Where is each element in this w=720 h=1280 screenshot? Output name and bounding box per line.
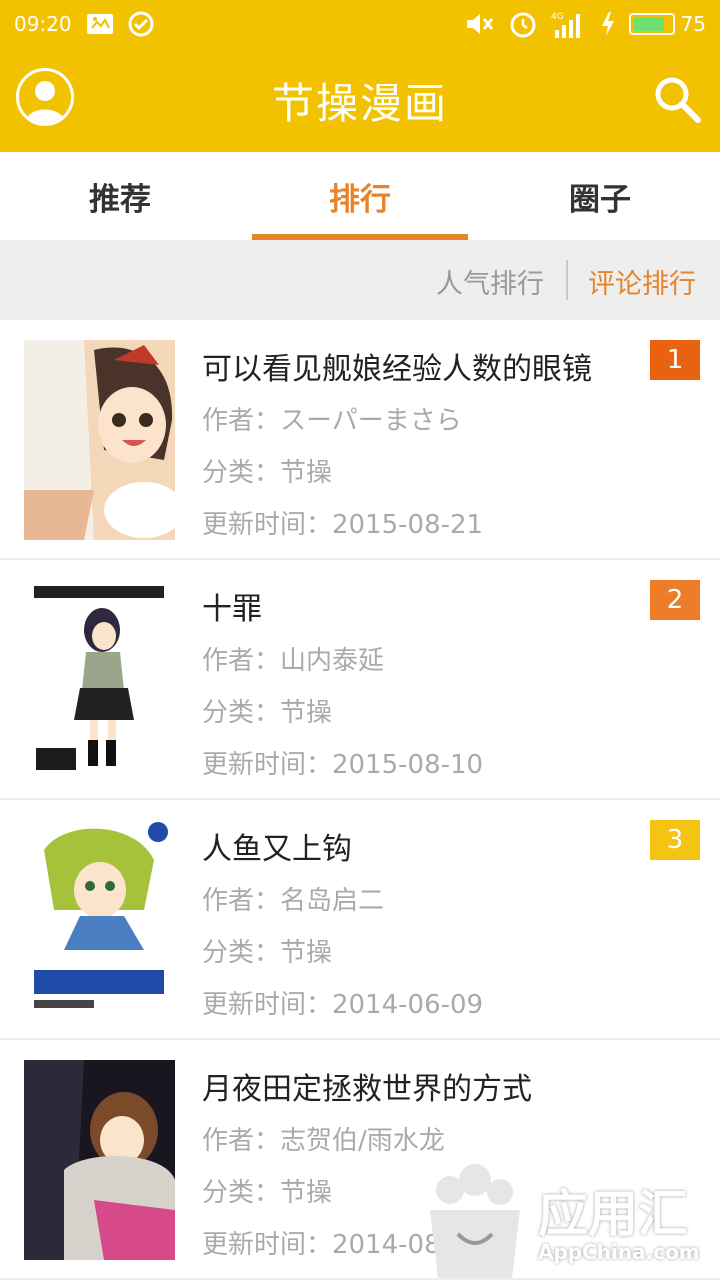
subtab-popularity[interactable]: 人气排行	[436, 262, 544, 301]
check-circle-icon	[128, 11, 154, 37]
watermark-title: 应用汇	[538, 1185, 688, 1243]
appchina-logo-icon	[430, 1164, 520, 1278]
battery-indicator: 75	[628, 12, 706, 36]
status-time: 09:20	[14, 12, 72, 36]
cover-image	[24, 340, 175, 540]
comic-category: 分类：节操	[202, 458, 333, 488]
comic-cover[interactable]	[24, 1060, 175, 1260]
comic-updated: 更新时间：2014-06-09	[202, 990, 484, 1020]
mute-icon	[466, 14, 493, 34]
tab-recommend[interactable]: 推荐	[0, 152, 240, 240]
comic-title: 月夜田定拯救世界的方式	[202, 1072, 532, 1107]
rank-badge: 1	[650, 340, 700, 380]
rank-badge: 3	[650, 820, 700, 860]
ranking-subtabs: 人气排行 评论排行	[0, 240, 720, 320]
comic-category: 分类：节操	[202, 698, 333, 728]
comic-list-item[interactable]: 十罪 作者：山内泰延 分类：节操 更新时间：2015-08-10 2	[0, 560, 720, 800]
comic-author: 作者：志贺伯/雨水龙	[202, 1126, 445, 1156]
appchina-watermark: 应用汇 AppChina.com	[420, 1160, 720, 1280]
comic-list: 可以看见舰娘经验人数的眼镜 作者：スーパーまさら 分类：节操 更新时间：2015…	[0, 320, 720, 1280]
comic-cover[interactable]	[24, 340, 175, 540]
subtab-comments[interactable]: 评论排行	[588, 262, 696, 301]
comic-category: 分类：节操	[202, 938, 333, 968]
tab-ranking[interactable]: 排行	[240, 152, 480, 240]
alarm-icon	[510, 12, 536, 38]
watermark-subtitle: AppChina.com	[538, 1240, 700, 1264]
app-header: 节操漫画	[0, 48, 720, 152]
image-notification-icon	[86, 14, 113, 34]
comic-updated: 更新时间：2015-08-10	[202, 750, 484, 780]
search-icon	[655, 77, 701, 123]
status-bar: 09:20 4G 75	[0, 0, 720, 48]
comic-author: 作者：スーパーまさら	[202, 406, 462, 436]
battery-level: 75	[680, 12, 706, 36]
comic-category: 分类：节操	[202, 1178, 333, 1208]
tab-circle[interactable]: 圈子	[480, 152, 720, 240]
comic-author: 作者：山内泰延	[202, 646, 385, 676]
comic-title: 可以看见舰娘经验人数的眼镜	[202, 352, 592, 387]
comic-updated: 更新时间：2015-08-21	[202, 510, 484, 540]
signal-4g-icon: 4G	[551, 12, 580, 38]
cover-image	[24, 820, 175, 1020]
comic-list-item[interactable]: 可以看见舰娘经验人数的眼镜 作者：スーパーまさら 分类：节操 更新时间：2015…	[0, 320, 720, 560]
rank-badge: 2	[650, 580, 700, 620]
comic-author: 作者：名岛启二	[202, 886, 385, 916]
battery-icon	[628, 13, 675, 35]
comic-list-item[interactable]: 人鱼又上钩 作者：名岛启二 分类：节操 更新时间：2014-06-09 3	[0, 800, 720, 1040]
cover-image	[24, 1060, 175, 1260]
comic-cover[interactable]	[24, 580, 175, 780]
comic-cover[interactable]	[24, 820, 175, 1020]
comic-title: 人鱼又上钩	[202, 832, 352, 867]
comic-title: 十罪	[202, 592, 262, 627]
main-tabs: 推荐 排行 圈子	[0, 152, 720, 240]
svg-text:4G: 4G	[551, 12, 564, 22]
search-button[interactable]	[650, 72, 704, 126]
app-title: 节操漫画	[271, 79, 448, 128]
cover-image	[24, 580, 175, 780]
subtab-divider	[566, 260, 568, 300]
charging-icon	[601, 12, 614, 36]
